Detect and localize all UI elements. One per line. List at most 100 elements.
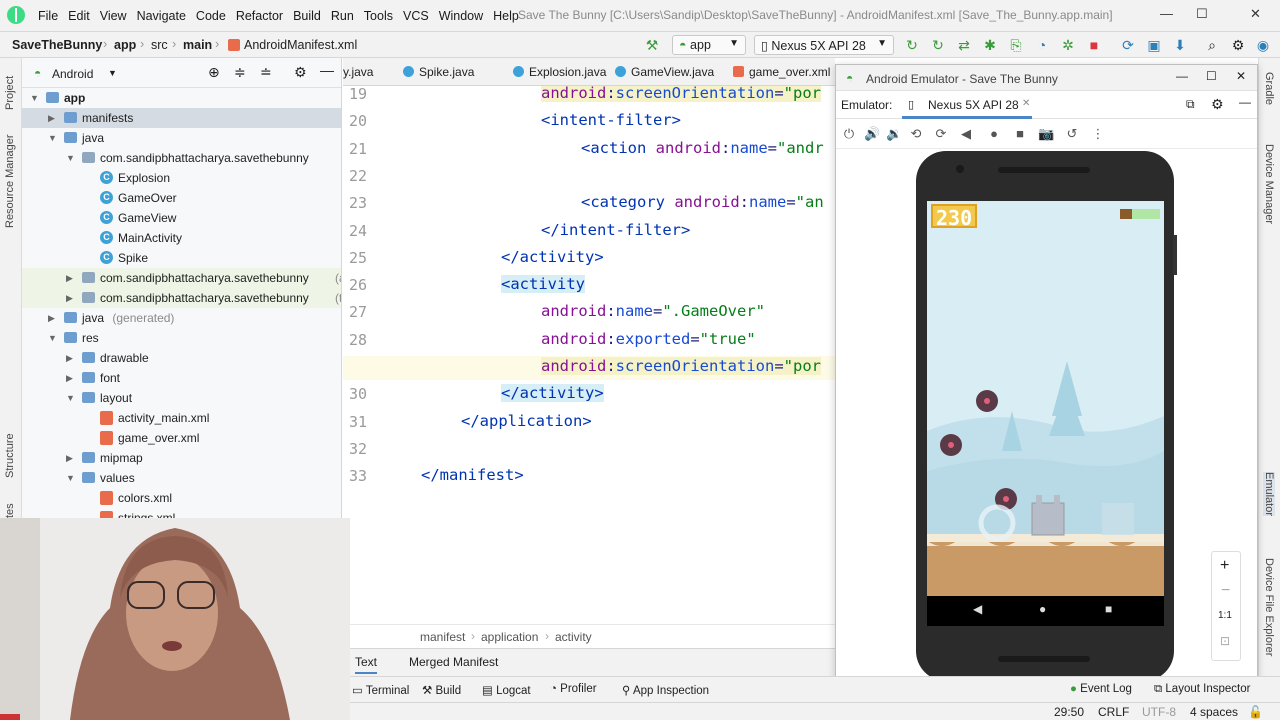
chevron-right-icon[interactable]: ▶	[48, 108, 58, 128]
tree-item-java[interactable]: ▼ java	[22, 128, 341, 148]
maximize-icon[interactable]: ☐	[1196, 6, 1208, 22]
menu-code[interactable]: Code	[191, 9, 231, 23]
tree-item-explosion[interactable]: C Explosion	[22, 168, 341, 188]
run-config-select[interactable]: ◓ app ▼	[672, 35, 746, 55]
overview-icon[interactable]: ■	[1105, 602, 1112, 616]
tree-item-com-sandipbhattacharya-savethebunny[interactable]: ▼ com.sandipbhattacharya.savethebunny	[22, 148, 341, 168]
zoom-out-icon[interactable]: −	[1221, 582, 1230, 600]
debug-icon[interactable]: ✱	[982, 37, 998, 53]
tree-item-game-over-xml[interactable]: game_over.xml	[22, 428, 341, 448]
crumb-manifest[interactable]: manifest	[420, 630, 465, 644]
tool-emulator[interactable]: Emulator	[1263, 472, 1275, 517]
code-editor[interactable]: 192021222324252627282930313233 android:s…	[343, 86, 835, 624]
rotate-right-icon[interactable]: ⟳	[933, 126, 949, 142]
tool-project[interactable]: Project	[4, 76, 16, 110]
chevron-down-icon[interactable]: ▼	[66, 468, 76, 488]
power-icon[interactable]: ⏻	[841, 126, 857, 142]
menu-edit[interactable]: Edit	[63, 9, 95, 23]
tree-item-app[interactable]: ▼ app	[22, 88, 341, 108]
volume-down-icon[interactable]: 🔉	[886, 126, 902, 142]
tree-item-font[interactable]: ▶ font	[22, 368, 341, 388]
tree-item-gameover[interactable]: C GameOver	[22, 188, 341, 208]
app-inspection-button[interactable]: ⚲ App Inspection	[622, 683, 709, 697]
chevron-down-icon[interactable]: ▼	[66, 388, 76, 408]
menu-run[interactable]: Run	[326, 9, 359, 23]
back-icon[interactable]: ◀	[973, 602, 982, 616]
tab-merged-manifest[interactable]: Merged Manifest	[409, 655, 498, 669]
tree-item-activity-main-xml[interactable]: activity_main.xml	[22, 408, 341, 428]
code-line[interactable]: android:screenOrientation="por	[541, 357, 821, 375]
editor-tab-gameview-java[interactable]: GameView.java	[615, 65, 714, 79]
code-line[interactable]: <intent-filter>	[541, 111, 681, 129]
tree-item-layout[interactable]: ▼ layout	[22, 388, 341, 408]
fit-screen-icon[interactable]: ⊡	[1220, 634, 1230, 648]
menu-navigate[interactable]: Navigate	[132, 9, 191, 23]
menu-view[interactable]: View	[95, 9, 132, 23]
overview-icon[interactable]: ■	[1012, 126, 1028, 141]
tree-item-com-sandipbhattacharya-savethebunny[interactable]: ▶ com.sandipbhattacharya.savethebunny (and…	[22, 268, 341, 288]
editor-tab-explosion-java[interactable]: Explosion.java	[513, 65, 606, 79]
tree-item-manifests[interactable]: ▶ manifests	[22, 108, 341, 128]
locate-icon[interactable]: ⊕	[208, 64, 220, 81]
tree-item-values[interactable]: ▼ values	[22, 468, 341, 488]
volume-up-icon[interactable]: 🔊	[864, 126, 880, 142]
file-encoding[interactable]: UTF-8	[1142, 705, 1176, 719]
editor-tab-spike-java[interactable]: Spike.java	[403, 65, 474, 79]
chevron-down-icon[interactable]: ▼	[66, 148, 76, 168]
settings-icon[interactable]: ⚙	[1230, 37, 1246, 53]
code-line[interactable]: </activity>	[501, 248, 604, 266]
tree-item-strings-xml[interactable]: strings.xml	[22, 508, 341, 518]
back-icon[interactable]: ◀	[958, 126, 974, 142]
hammer-icon[interactable]: ⚒	[644, 37, 660, 53]
breadcrumb-main[interactable]: main	[183, 38, 212, 52]
menu-refactor[interactable]: Refactor	[231, 9, 288, 23]
hide-icon[interactable]: —	[1239, 95, 1251, 109]
tree-item-mipmap[interactable]: ▶ mipmap	[22, 448, 341, 468]
chevron-down-icon[interactable]: ▼	[30, 88, 40, 108]
more-icon[interactable]: ⋮	[1090, 126, 1106, 142]
code-line[interactable]: </manifest>	[421, 466, 524, 484]
cursor-position[interactable]: 29:50	[1054, 705, 1084, 719]
tree-item-res[interactable]: ▼ res	[22, 328, 341, 348]
chevron-right-icon[interactable]: ▶	[66, 288, 76, 308]
crumb-application[interactable]: application	[481, 630, 538, 644]
code-line[interactable]: android:name=".GameOver"	[541, 302, 765, 320]
close-icon[interactable]: ✕	[1236, 69, 1246, 83]
tab-text[interactable]: Text	[355, 655, 378, 674]
attach-debugger-icon[interactable]: ⎘	[1008, 37, 1024, 53]
tree-item-colors-xml[interactable]: colors.xml	[22, 488, 341, 508]
menu-window[interactable]: Window	[434, 9, 488, 23]
tool-structure[interactable]: Structure	[4, 433, 16, 478]
apply-changes-icon[interactable]: ↻	[930, 37, 946, 53]
collapse-all-icon[interactable]: ≐	[260, 64, 272, 81]
indent-setting[interactable]: 4 spaces	[1190, 705, 1238, 719]
gear-icon[interactable]: ⚙	[294, 64, 307, 81]
tool-resource-manager[interactable]: Resource Manager	[4, 134, 16, 228]
apply-code-changes-icon[interactable]: ⇄	[956, 37, 972, 53]
close-tab-icon[interactable]: ✕	[1022, 98, 1030, 109]
code-line[interactable]: <activity	[501, 275, 585, 294]
editor-tab-game-over-xml[interactable]: game_over.xml	[733, 65, 830, 79]
home-icon[interactable]: ●	[1039, 602, 1046, 616]
tree-item-drawable[interactable]: ▶ drawable	[22, 348, 341, 368]
event-log-button[interactable]: ● Event Log	[1070, 683, 1132, 695]
lock-icon[interactable]: 🔓	[1248, 705, 1263, 719]
layout-inspector-button[interactable]: ⧉ Layout Inspector	[1154, 683, 1250, 696]
hide-icon[interactable]: —	[320, 62, 334, 78]
minimize-icon[interactable]: —	[1176, 69, 1188, 83]
menu-file[interactable]: File	[33, 9, 63, 23]
tree-item-mainactivity[interactable]: C MainActivity	[22, 228, 341, 248]
rerun-icon[interactable]: ↻	[904, 37, 920, 53]
menu-build[interactable]: Build	[288, 9, 326, 23]
crumb-activity[interactable]: activity	[555, 630, 592, 644]
tool-device-file-explorer[interactable]: Device File Explorer	[1263, 558, 1275, 656]
zoom-actual-size[interactable]: 1:1	[1218, 610, 1232, 621]
chevron-down-icon[interactable]: ▼	[108, 68, 117, 78]
code-line[interactable]: android:exported="true"	[541, 330, 756, 348]
breadcrumb-module[interactable]: app	[114, 38, 136, 52]
tree-item-java[interactable]: ▶ java (generated)	[22, 308, 341, 328]
minimize-icon[interactable]: —	[1160, 6, 1173, 21]
chevron-right-icon[interactable]: ▶	[66, 448, 76, 468]
tree-item-gameview[interactable]: C GameView	[22, 208, 341, 228]
code-line[interactable]: </application>	[461, 412, 592, 430]
